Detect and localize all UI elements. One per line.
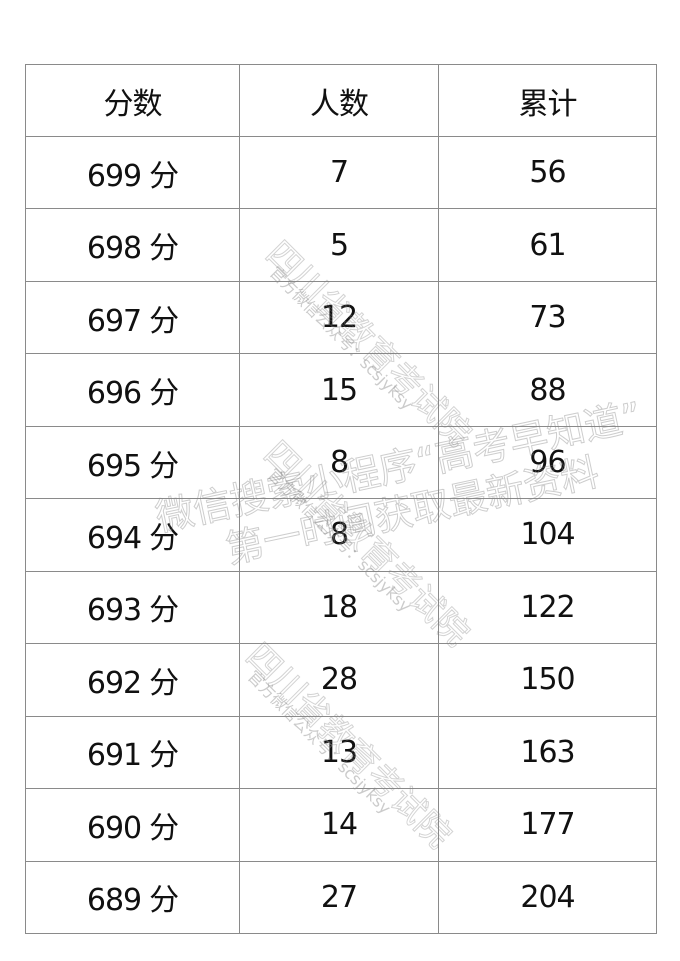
table-row: 689 分 27 204	[25, 860, 657, 935]
cumulative-cell: 150	[438, 643, 657, 717]
score-unit: 分	[149, 158, 179, 194]
score-value: 695	[86, 448, 142, 484]
score-unit: 分	[149, 738, 179, 774]
cumulative-cell: 104	[438, 498, 657, 572]
score-value: 699	[86, 158, 142, 194]
count-cell: 12	[239, 280, 439, 355]
table-body: 699 分 7 56 698 分 5 61 697 分 12 73 696 分 15 88 695 分 8 96 694…	[25, 135, 657, 935]
score-value: 694	[86, 520, 142, 556]
header-score: 分数	[25, 64, 240, 137]
score-value: 692	[86, 665, 142, 701]
score-cell: 698 分	[25, 208, 240, 282]
count-cell: 8	[239, 498, 439, 572]
score-cell: 689 分	[25, 860, 240, 935]
cumulative-cell: 96	[438, 425, 657, 500]
table-header-row: 分数 人数 累计	[25, 64, 657, 137]
table-row: 693 分 18 122	[25, 570, 657, 645]
table-row: 696 分 15 88	[25, 353, 657, 427]
score-unit: 分	[149, 376, 179, 412]
table-row: 690 分 14 177	[25, 788, 657, 862]
score-distribution-table: 分数 人数 累计 699 分 7 56 698 分 5 61 697 分 12 73 696 分 15 88 6…	[25, 64, 657, 935]
score-value: 689	[86, 883, 142, 919]
cumulative-cell: 56	[438, 135, 657, 210]
cumulative-cell: 122	[438, 570, 657, 645]
score-cell: 692 分	[25, 643, 240, 717]
cumulative-cell: 61	[438, 208, 657, 282]
score-unit: 分	[149, 883, 179, 919]
score-unit: 分	[149, 810, 179, 846]
table-row: 699 分 7 56	[25, 135, 657, 210]
table-row: 697 分 12 73	[25, 280, 657, 355]
score-value: 693	[86, 593, 142, 629]
table-row: 692 分 28 150	[25, 643, 657, 717]
score-value: 696	[86, 376, 142, 412]
score-cell: 691 分	[25, 715, 240, 790]
score-cell: 696 分	[25, 353, 240, 427]
header-cumulative: 累计	[438, 64, 657, 137]
table-row: 694 分 8 104	[25, 498, 657, 572]
score-value: 697	[86, 303, 142, 339]
score-unit: 分	[149, 593, 179, 629]
count-cell: 8	[239, 425, 439, 500]
score-cell: 693 分	[25, 570, 240, 645]
score-unit: 分	[149, 448, 179, 484]
score-unit: 分	[149, 303, 179, 339]
count-cell: 18	[239, 570, 439, 645]
cumulative-cell: 163	[438, 715, 657, 790]
count-cell: 7	[239, 135, 439, 210]
score-value: 691	[86, 738, 142, 774]
score-cell: 697 分	[25, 280, 240, 355]
count-cell: 27	[239, 860, 439, 935]
table-row: 691 分 13 163	[25, 715, 657, 790]
score-value: 698	[86, 231, 142, 267]
cumulative-cell: 204	[438, 860, 657, 935]
score-unit: 分	[149, 231, 179, 267]
count-cell: 13	[239, 715, 439, 790]
score-cell: 695 分	[25, 425, 240, 500]
score-unit: 分	[149, 520, 179, 556]
count-cell: 28	[239, 643, 439, 717]
score-cell: 699 分	[25, 135, 240, 210]
count-cell: 15	[239, 353, 439, 427]
table-row: 698 分 5 61	[25, 208, 657, 282]
count-cell: 14	[239, 788, 439, 862]
table-row: 695 分 8 96	[25, 425, 657, 500]
cumulative-cell: 88	[438, 353, 657, 427]
score-unit: 分	[149, 665, 179, 701]
score-cell: 690 分	[25, 788, 240, 862]
header-count: 人数	[239, 64, 439, 137]
cumulative-cell: 73	[438, 280, 657, 355]
cumulative-cell: 177	[438, 788, 657, 862]
score-cell: 694 分	[25, 498, 240, 572]
score-value: 690	[86, 810, 142, 846]
count-cell: 5	[239, 208, 439, 282]
